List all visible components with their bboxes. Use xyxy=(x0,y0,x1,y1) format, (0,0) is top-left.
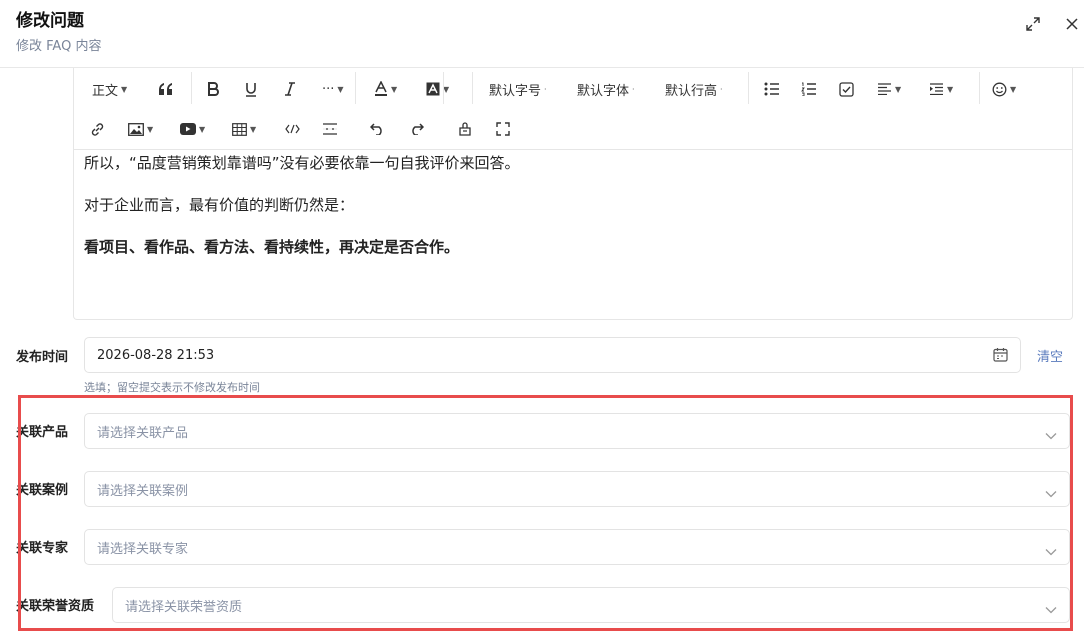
emoji-icon[interactable]: ▼ xyxy=(992,77,1016,101)
paragraph-format-label: 正文 xyxy=(92,83,119,99)
font-family-label: 默认字体 xyxy=(577,83,630,99)
dialog-title: 修改问题 xyxy=(16,11,84,31)
publish-time-input[interactable]: 2026-08-28 21:53 xyxy=(84,337,1021,373)
background-color-icon[interactable]: ▼ xyxy=(426,77,449,101)
font-size-label: 默认字号 xyxy=(489,83,542,99)
font-family-select[interactable]: 默认字体 · xyxy=(577,77,635,101)
expand-icon[interactable] xyxy=(1023,14,1043,34)
align-icon[interactable]: ▼ xyxy=(877,77,901,101)
line-height-select[interactable]: 默认行高 · xyxy=(665,77,723,101)
more-format-menu[interactable]: ··· ▼ xyxy=(322,77,344,101)
close-icon[interactable] xyxy=(1062,14,1082,34)
content-paragraph: 所以，“品度营销策划靠谱吗”没有必要依靠一句自我评价来回答。 xyxy=(84,154,520,172)
bulleted-list-icon[interactable] xyxy=(764,77,780,101)
underline-icon[interactable] xyxy=(245,77,257,101)
font-size-select[interactable]: 默认字号 · xyxy=(489,77,547,101)
editor-toolbar: 正文 ▼ ··· ▼ ▼ ▼ 默认字号 · 默认字体 · 默认行高 · ▼ ▼ ▼ ▼ ▼… xyxy=(74,68,1072,150)
indent-icon[interactable]: ▼ xyxy=(929,77,953,101)
blockquote-icon[interactable] xyxy=(158,77,174,101)
clear-format-icon[interactable] xyxy=(458,117,472,141)
undo-icon[interactable] xyxy=(370,117,385,141)
calendar-icon[interactable] xyxy=(993,347,1008,366)
highlight-box xyxy=(18,395,1073,631)
line-height-label: 默认行高 xyxy=(665,83,718,99)
redo-icon[interactable] xyxy=(409,117,424,141)
video-icon[interactable]: ▼ xyxy=(180,117,205,141)
publish-time-value: 2026-08-28 21:53 xyxy=(97,347,215,363)
divider-icon[interactable] xyxy=(322,117,338,141)
paragraph-format-select[interactable]: 正文 ▼ xyxy=(92,77,127,101)
more-format-label: ··· xyxy=(322,81,335,97)
publish-time-label: 发布时间 xyxy=(16,350,69,365)
numbered-list-icon[interactable] xyxy=(801,77,817,101)
image-icon[interactable]: ▼ xyxy=(128,117,153,141)
dialog-header: 修改问题 修改 FAQ 内容 xyxy=(0,0,1084,68)
bold-icon[interactable] xyxy=(207,77,219,101)
publish-time-hint: 选填；留空提交表示不修改发布时间 xyxy=(84,381,260,394)
content-paragraph-bold: 看项目、看作品、看方法、看持续性，再决定是否合作。 xyxy=(84,238,460,256)
italic-icon[interactable] xyxy=(284,77,296,101)
rich-text-editor: 正文 ▼ ··· ▼ ▼ ▼ 默认字号 · 默认字体 · 默认行高 · ▼ ▼ ▼ ▼ ▼… xyxy=(73,68,1073,320)
code-icon[interactable] xyxy=(285,117,300,141)
todo-list-icon[interactable] xyxy=(839,77,854,101)
font-color-icon[interactable]: ▼ xyxy=(374,77,397,101)
content-paragraph: 对于企业而言，最有价值的判断仍然是： xyxy=(84,196,355,214)
clear-button[interactable]: 清空 xyxy=(1037,346,1063,365)
fullscreen-icon[interactable] xyxy=(496,117,510,141)
dialog-subtitle: 修改 FAQ 内容 xyxy=(16,39,102,54)
table-icon[interactable]: ▼ xyxy=(232,117,256,141)
link-icon[interactable] xyxy=(90,117,105,141)
